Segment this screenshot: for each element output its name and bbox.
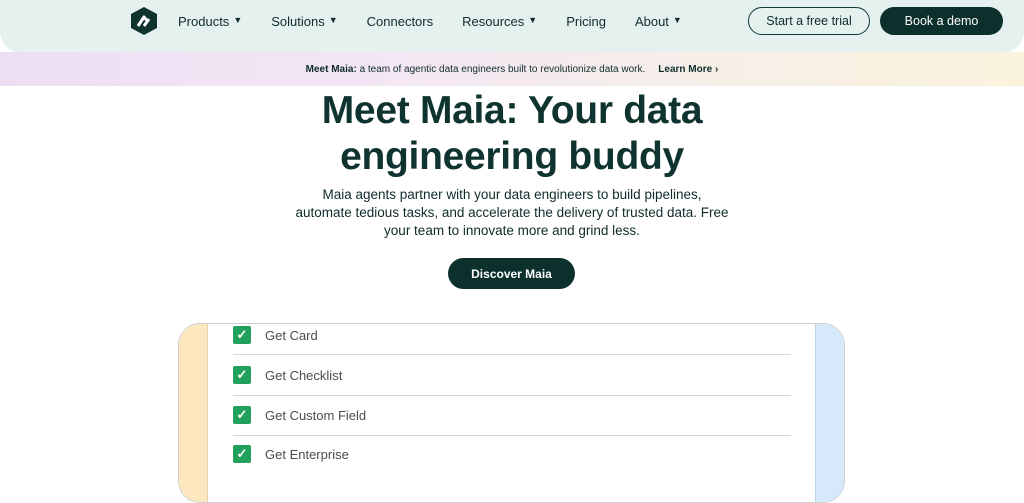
- chevron-right-icon: ›: [714, 63, 719, 75]
- nav-solutions[interactable]: Solutions ▼: [271, 14, 337, 29]
- nav-pricing-label: Pricing: [566, 13, 606, 29]
- nav-pricing[interactable]: Pricing: [566, 14, 606, 29]
- checkbox-checked-icon[interactable]: ✓: [233, 406, 251, 424]
- top-nav: Products ▼ Solutions ▼ Connectors Resour…: [0, 0, 1024, 53]
- list-item: ✓ Get Card: [233, 326, 791, 344]
- chevron-down-icon: ▼: [672, 15, 682, 25]
- subtitle-line-2: automate tedious tasks, and accelerate t…: [295, 205, 729, 220]
- nav-resources-label: Resources: [462, 13, 525, 29]
- divider: [233, 395, 791, 396]
- banner-text: a team of agentic data engineers built t…: [359, 63, 646, 75]
- list-item-label: Get Checklist: [265, 367, 343, 383]
- matillion-logo[interactable]: [130, 7, 158, 35]
- list-item: ✓ Get Checklist: [233, 366, 791, 384]
- list-item-label: Get Card: [265, 327, 318, 343]
- nav-products[interactable]: Products ▼: [178, 14, 242, 29]
- learn-more-link[interactable]: Learn More ›: [658, 64, 718, 75]
- title-line-1: Meet Maia: Your data: [321, 89, 703, 132]
- page-title: Meet Maia: Your data engineering buddy: [0, 88, 1024, 180]
- list-item-label: Get Custom Field: [265, 407, 367, 423]
- checkbox-checked-icon[interactable]: ✓: [233, 326, 251, 344]
- checklist-card: ✓ Get Card ✓ Get Checklist ✓ Get Custom …: [178, 323, 845, 503]
- nav-connectors[interactable]: Connectors: [367, 14, 433, 29]
- chevron-down-icon: ▼: [328, 15, 338, 25]
- list-item: ✓ Get Enterprise: [233, 445, 791, 463]
- divider: [233, 435, 791, 436]
- learn-more-label: Learn More: [658, 63, 713, 75]
- nav-about[interactable]: About ▼: [635, 14, 682, 29]
- book-demo-button[interactable]: Book a demo: [880, 7, 1003, 35]
- nav-products-label: Products: [178, 13, 230, 29]
- chevron-down-icon: ▼: [233, 15, 243, 25]
- subtitle-line-1: Maia agents partner with your data engin…: [322, 187, 702, 202]
- list-item: ✓ Get Custom Field: [233, 406, 791, 424]
- chevron-down-icon: ▼: [528, 15, 538, 25]
- divider: [233, 354, 791, 355]
- title-line-2: engineering buddy: [340, 135, 684, 178]
- main-menu: Products ▼ Solutions ▼ Connectors Resour…: [178, 0, 711, 42]
- banner-bold-text: Meet Maia:: [305, 63, 357, 75]
- start-free-trial-button[interactable]: Start a free trial: [748, 7, 870, 35]
- card-left-stripe: [179, 324, 208, 502]
- nav-connectors-label: Connectors: [366, 13, 434, 29]
- nav-resources[interactable]: Resources ▼: [462, 14, 537, 29]
- nav-about-label: About: [634, 13, 669, 29]
- checkbox-checked-icon[interactable]: ✓: [233, 445, 251, 463]
- announcement-banner: Meet Maia: a team of agentic data engine…: [0, 52, 1024, 86]
- list-item-label: Get Enterprise: [265, 446, 349, 462]
- nav-solutions-label: Solutions: [271, 13, 325, 29]
- subtitle-line-3: your team to innovate more and grind les…: [384, 223, 640, 238]
- discover-maia-button[interactable]: Discover Maia: [448, 258, 575, 289]
- card-right-stripe: [815, 324, 844, 502]
- checkbox-checked-icon[interactable]: ✓: [233, 366, 251, 384]
- hero-subtitle: Maia agents partner with your data engin…: [282, 186, 742, 240]
